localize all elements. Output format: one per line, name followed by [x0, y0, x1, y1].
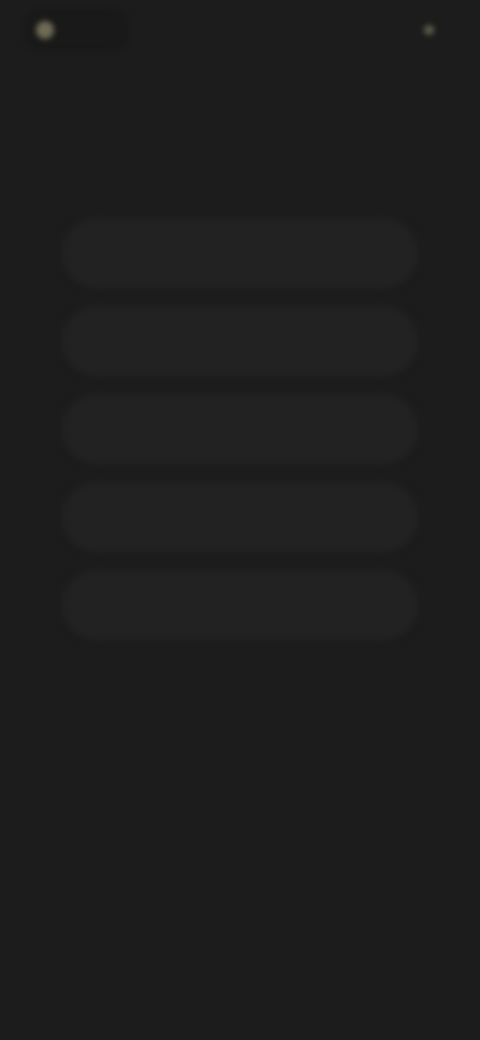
option-button-3[interactable]	[62, 394, 418, 464]
brand-logo[interactable]	[24, 8, 130, 52]
top-bar	[0, 0, 480, 64]
logo-icon	[36, 21, 54, 39]
option-button-5[interactable]	[62, 570, 418, 640]
header-action-button[interactable]	[412, 16, 452, 44]
option-button-4[interactable]	[62, 482, 418, 552]
action-icon	[424, 25, 434, 35]
option-button-1[interactable]	[62, 218, 418, 288]
option-button-2[interactable]	[62, 306, 418, 376]
answer-options	[62, 218, 418, 640]
